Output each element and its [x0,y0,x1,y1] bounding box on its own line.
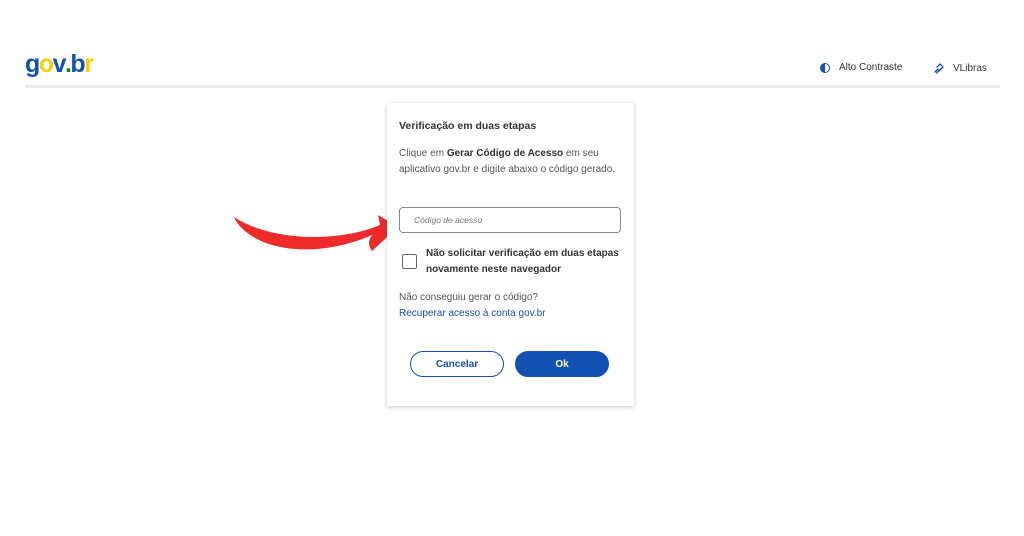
dialog-title: Verificação em duas etapas [399,120,537,132]
description-prefix: Clique em [399,148,447,159]
cancel-button[interactable]: Cancelar [410,351,504,377]
vlibras-button[interactable]: VLibras [933,62,987,74]
two-step-verification-dialog: Verificação em duas etapas Clique em Ger… [387,103,634,406]
logo-letter-r: r [84,50,94,78]
high-contrast-toggle[interactable]: Alto Contraste [820,62,902,73]
vlibras-label: VLibras [953,62,987,74]
contrast-icon [820,62,830,73]
dialog-description: Clique em Gerar Código de Acesso em seu … [399,146,621,177]
red-arrow-icon [234,215,398,251]
recover-account-link[interactable]: Recuperar acesso à conta gov.br [399,308,546,319]
remember-browser-option[interactable]: Não solicitar verificação em duas etapas… [401,246,623,278]
site-header: gov.br Alto Contraste VLibras [25,0,1000,88]
sign-language-icon [934,63,944,74]
logo-letter-g: g [25,50,40,78]
logo-letter-v: v [52,50,67,78]
access-code-input[interactable] [399,207,621,233]
remember-browser-label[interactable]: Não solicitar verificação em duas etapas… [426,246,626,277]
logo-letter-o: o [38,50,54,78]
description-bold: Gerar Código de Acesso [446,148,564,159]
logo-letter-b: b [70,50,85,78]
help-text: Não conseguiu gerar o código? [399,292,538,303]
govbr-logo[interactable]: gov.br [25,50,94,78]
high-contrast-label: Alto Contraste [839,62,903,73]
remember-browser-checkbox[interactable] [402,254,417,269]
ok-button[interactable]: Ok [515,351,609,377]
